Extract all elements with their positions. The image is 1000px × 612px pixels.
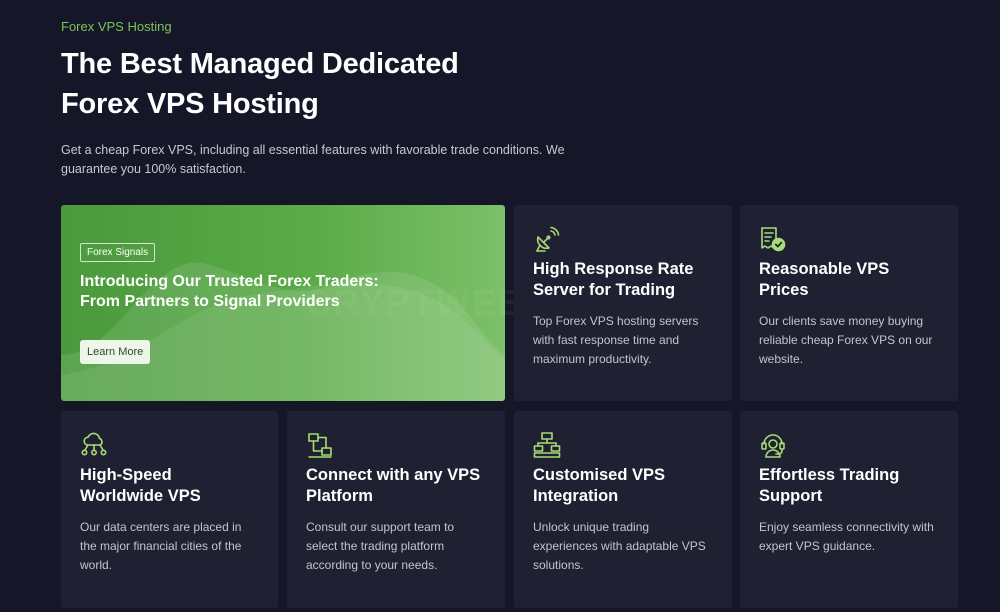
section-eyebrow: Forex VPS Hosting (61, 19, 172, 34)
cloud-network-icon (80, 431, 108, 459)
feature-card-support: Effortless Trading Support Enjoy seamles… (740, 411, 958, 608)
feature-card-integration: Customised VPS Integration Unlock unique… (514, 411, 732, 608)
feature-description: Our clients save money buying reliable c… (759, 314, 933, 366)
promo-banner: Forex Signals Introducing Our Trusted Fo… (61, 205, 505, 401)
hierarchy-icon (533, 431, 561, 459)
feature-title: High Response Rate Server for Trading (533, 260, 694, 299)
learn-more-button[interactable]: Learn More (80, 340, 151, 364)
feature-card-worldwide: High-Speed Worldwide VPS Our data center… (61, 411, 278, 608)
connect-platform-icon (306, 431, 334, 459)
feature-description: Our data centers are placed in the major… (80, 520, 242, 572)
feature-title: Reasonable VPS Prices (759, 260, 890, 299)
receipt-check-icon (759, 225, 787, 253)
feature-title: Connect with any VPS Platform (306, 466, 481, 505)
feature-card-platform: Connect with any VPS Platform Consult ou… (287, 411, 505, 608)
promo-title: Introducing Our Trusted Forex Traders: F… (80, 273, 379, 310)
feature-description: Consult our support team to select the t… (306, 520, 455, 572)
feature-title: Customised VPS Integration (533, 466, 666, 505)
feature-title: High-Speed Worldwide VPS (80, 466, 201, 505)
satellite-dish-icon (533, 225, 561, 253)
feature-card-prices: Reasonable VPS Prices Our clients save m… (740, 205, 958, 401)
feature-card-response-rate: High Response Rate Server for Trading To… (514, 205, 732, 401)
page-subtitle: Get a cheap Forex VPS, including all ess… (61, 143, 565, 176)
feature-description: Unlock unique trading experiences with a… (533, 520, 706, 572)
feature-description: Enjoy seamless connectivity with expert … (759, 520, 934, 553)
support-agent-icon (759, 431, 787, 459)
page-title: The Best Managed Dedicated Forex VPS Hos… (61, 48, 459, 120)
feature-title: Effortless Trading Support (759, 466, 900, 505)
promo-badge: Forex Signals (80, 243, 156, 262)
feature-description: Top Forex VPS hosting servers with fast … (533, 314, 699, 366)
